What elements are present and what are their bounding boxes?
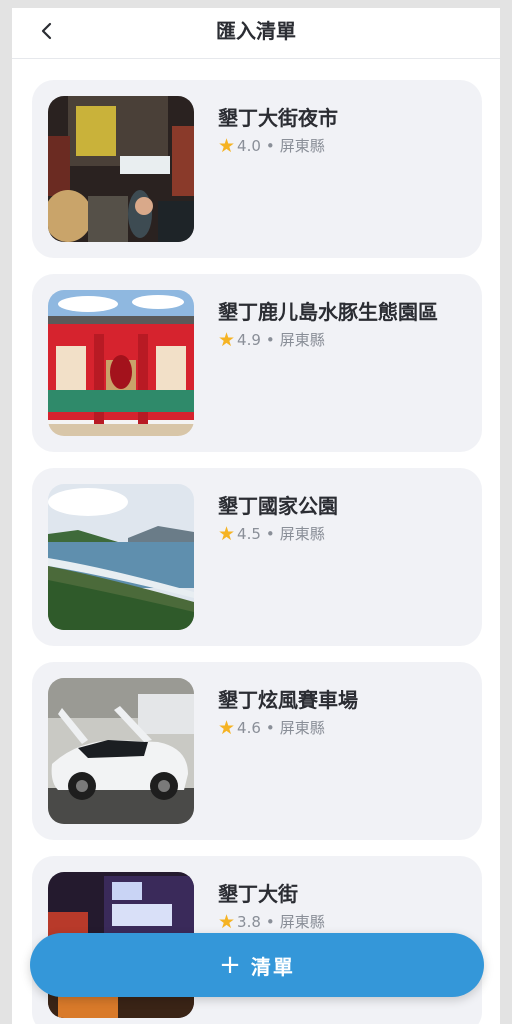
separator-dot: •: [265, 331, 275, 349]
star-icon: ★: [218, 717, 236, 739]
place-card-2[interactable]: 墾丁鹿儿島水豚生態園區 ★ 4.9 • 屏東縣: [32, 274, 482, 452]
separator-dot: •: [265, 719, 275, 737]
place-meta: ★ 4.6 • 屏東縣: [218, 718, 325, 738]
star-icon: ★: [218, 329, 236, 351]
app-screen: 匯入清單 墾丁大街夜市 ★ 4.0 • 屏東縣 墾丁鹿儿島水豚生態園區 ★ 4.…: [12, 8, 500, 1024]
place-meta: ★ 4.9 • 屏東縣: [218, 330, 325, 350]
add-list-label: 清單: [250, 954, 295, 979]
add-list-button[interactable]: + 清單: [30, 933, 484, 997]
place-thumbnail: [48, 96, 194, 242]
page-title: 匯入清單: [216, 19, 296, 43]
place-location: 屏東縣: [279, 719, 325, 737]
plus-icon: +: [219, 950, 241, 980]
place-location: 屏東縣: [279, 331, 325, 349]
star-icon: ★: [218, 523, 236, 545]
place-location: 屏東縣: [279, 525, 325, 543]
star-icon: ★: [218, 135, 236, 157]
star-icon: ★: [218, 911, 236, 933]
place-location: 屏東縣: [279, 137, 325, 155]
place-meta: ★ 3.8 • 屏東縣: [218, 912, 325, 932]
place-rating: 4.0: [237, 137, 261, 155]
place-rating: 3.8: [237, 913, 261, 931]
place-name: 墾丁大街夜市: [218, 106, 338, 130]
place-card-1[interactable]: 墾丁大街夜市 ★ 4.0 • 屏東縣: [32, 80, 482, 258]
place-card-3[interactable]: 墾丁國家公園 ★ 4.5 • 屏東縣: [32, 468, 482, 646]
place-thumbnail: [48, 290, 194, 436]
coastline-photo: [48, 484, 194, 630]
place-name: 墾丁國家公園: [218, 494, 338, 518]
separator-dot: •: [265, 525, 275, 543]
night-market-photo: [48, 96, 194, 242]
place-thumbnail: [48, 678, 194, 824]
place-name: 墾丁鹿儿島水豚生態園區: [218, 300, 438, 324]
place-rating: 4.9: [237, 331, 261, 349]
place-name: 墾丁大街: [218, 882, 298, 906]
place-location: 屏東縣: [279, 913, 325, 931]
top-bar: 匯入清單: [12, 8, 500, 59]
separator-dot: •: [265, 913, 275, 931]
place-rating: 4.6: [237, 719, 261, 737]
place-thumbnail: [48, 484, 194, 630]
place-meta: ★ 4.0 • 屏東縣: [218, 136, 325, 156]
place-list: 墾丁大街夜市 ★ 4.0 • 屏東縣 墾丁鹿儿島水豚生態園區 ★ 4.9 • 屏…: [32, 80, 482, 1024]
place-name: 墾丁炫風賽車場: [218, 688, 358, 712]
red-gate-photo: [48, 290, 194, 436]
place-card-4[interactable]: 墾丁炫風賽車場 ★ 4.6 • 屏東縣: [32, 662, 482, 840]
place-rating: 4.5: [237, 525, 261, 543]
sports-car-photo: [48, 678, 194, 824]
place-meta: ★ 4.5 • 屏東縣: [218, 524, 325, 544]
separator-dot: •: [265, 137, 275, 155]
